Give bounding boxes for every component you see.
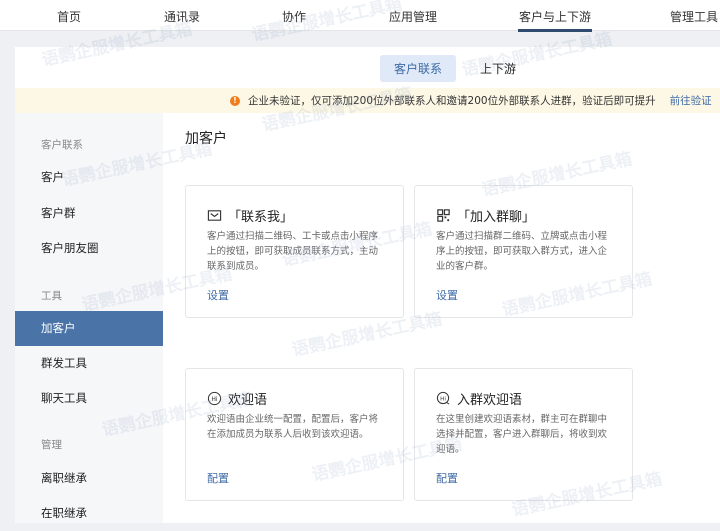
card-join-group: 「加入群聊」 客户通过扫描群二维码、立牌或点击小程序上的按钮，即可获取入群方式，… xyxy=(414,185,633,318)
page-title: 加客户 xyxy=(185,131,227,147)
setup-link[interactable]: 设置 xyxy=(436,287,458,303)
qrcode-icon xyxy=(437,209,450,222)
hi-chat-icon: Hi xyxy=(436,391,450,405)
card-desc: 在这里创建欢迎语素材，群主可在群聊中选择并配置，客户进入群聊后，将收到欢迎语。 xyxy=(436,414,608,455)
verification-banner: ! 企业未验证，仅可添加200位外部联系人和邀请200位外部联系人进群，验证后即… xyxy=(15,88,720,113)
subtab-customer-contact[interactable]: 客户联系 xyxy=(380,55,457,82)
sidebar-item-moments[interactable]: 客户朋友圈 xyxy=(15,231,163,266)
warning-icon: ! xyxy=(230,95,240,106)
card-welcome-message: Hi 欢迎语 欢迎语由企业统一配置，配置后，客户将在添加成员为联系人后收到该欢迎语… xyxy=(185,368,404,501)
card-group-welcome: Hi 入群欢迎语 在这里创建欢迎语素材，群主可在群聊中选择并配置，客户进入群聊后，… xyxy=(414,368,633,501)
nav-admin-tools[interactable]: 管理工具 xyxy=(670,8,718,25)
hi-icon: Hi xyxy=(207,391,222,406)
configure-link[interactable]: 配置 xyxy=(207,470,229,486)
nav-apps[interactable]: 应用管理 xyxy=(389,8,437,25)
card-desc: 客户通过扫描群二维码、立牌或点击小程序上的按钮，即可获取入群方式，进入企业的客户… xyxy=(436,231,608,272)
card-desc: 客户通过扫描二维码、工卡或点击小程序上的按钮，即可获取成员联系方式，主动联系到成… xyxy=(207,231,379,272)
card-title: 入群欢迎语 xyxy=(457,393,523,408)
sidebar-item-resigned-transfer[interactable]: 离职继承 xyxy=(15,461,163,496)
content: 加客户 「联系我」 客户通过扫描二维码、工卡或点击小程序上的按钮，即可获取成员联… xyxy=(163,113,720,523)
card-contact-me: 「联系我」 客户通过扫描二维码、工卡或点击小程序上的按钮，即可获取成员联系方式，… xyxy=(185,185,404,318)
card-title: 欢迎语 xyxy=(228,393,268,408)
sidebar-item-add-customer[interactable]: 加客户 xyxy=(15,311,163,346)
sidebar-item-customer-groups[interactable]: 客户群 xyxy=(15,196,163,231)
card-title: 「联系我」 xyxy=(228,210,294,225)
sidebar-item-onjob-transfer[interactable]: 在职继承 xyxy=(15,496,163,531)
sidebar-section-tools: 工具 xyxy=(41,290,62,302)
nav-collab[interactable]: 协作 xyxy=(282,8,306,25)
nav-customers[interactable]: 客户与上下游 xyxy=(517,8,593,32)
mail-icon xyxy=(207,210,222,221)
sidebar: 客户联系 客户 客户群 客户朋友圈 工具 加客户 群发工具 聊天工具 管理 离职… xyxy=(15,113,163,523)
svg-text:Hi: Hi xyxy=(211,396,218,403)
top-nav: 首页 通讯录 协作 应用管理 客户与上下游 管理工具 xyxy=(0,0,720,32)
sidebar-item-chat-tools[interactable]: 聊天工具 xyxy=(15,381,163,416)
main-panel: 客户联系 上下游 ! 企业未验证，仅可添加200位外部联系人和邀请200位外部联… xyxy=(15,47,720,523)
svg-text:Hi: Hi xyxy=(440,396,446,402)
verify-link[interactable]: 前往验证 xyxy=(670,93,712,108)
card-desc: 欢迎语由企业统一配置，配置后，客户将在添加成员为联系人后收到该欢迎语。 xyxy=(207,414,379,440)
configure-link[interactable]: 配置 xyxy=(436,470,458,486)
banner-text: 企业未验证，仅可添加200位外部联系人和邀请200位外部联系人进群，验证后即可提… xyxy=(248,95,656,107)
setup-link[interactable]: 设置 xyxy=(207,287,229,303)
nav-home[interactable]: 首页 xyxy=(57,8,81,25)
nav-contacts[interactable]: 通讯录 xyxy=(164,8,200,25)
sidebar-section-manage: 管理 xyxy=(41,439,62,451)
sidebar-item-customers[interactable]: 客户 xyxy=(15,160,163,195)
card-title: 「加入群聊」 xyxy=(457,210,536,225)
subtab-upstream-downstream[interactable]: 上下游 xyxy=(466,55,530,82)
sidebar-item-broadcast[interactable]: 群发工具 xyxy=(15,346,163,381)
sidebar-section-contact: 客户联系 xyxy=(41,139,83,151)
